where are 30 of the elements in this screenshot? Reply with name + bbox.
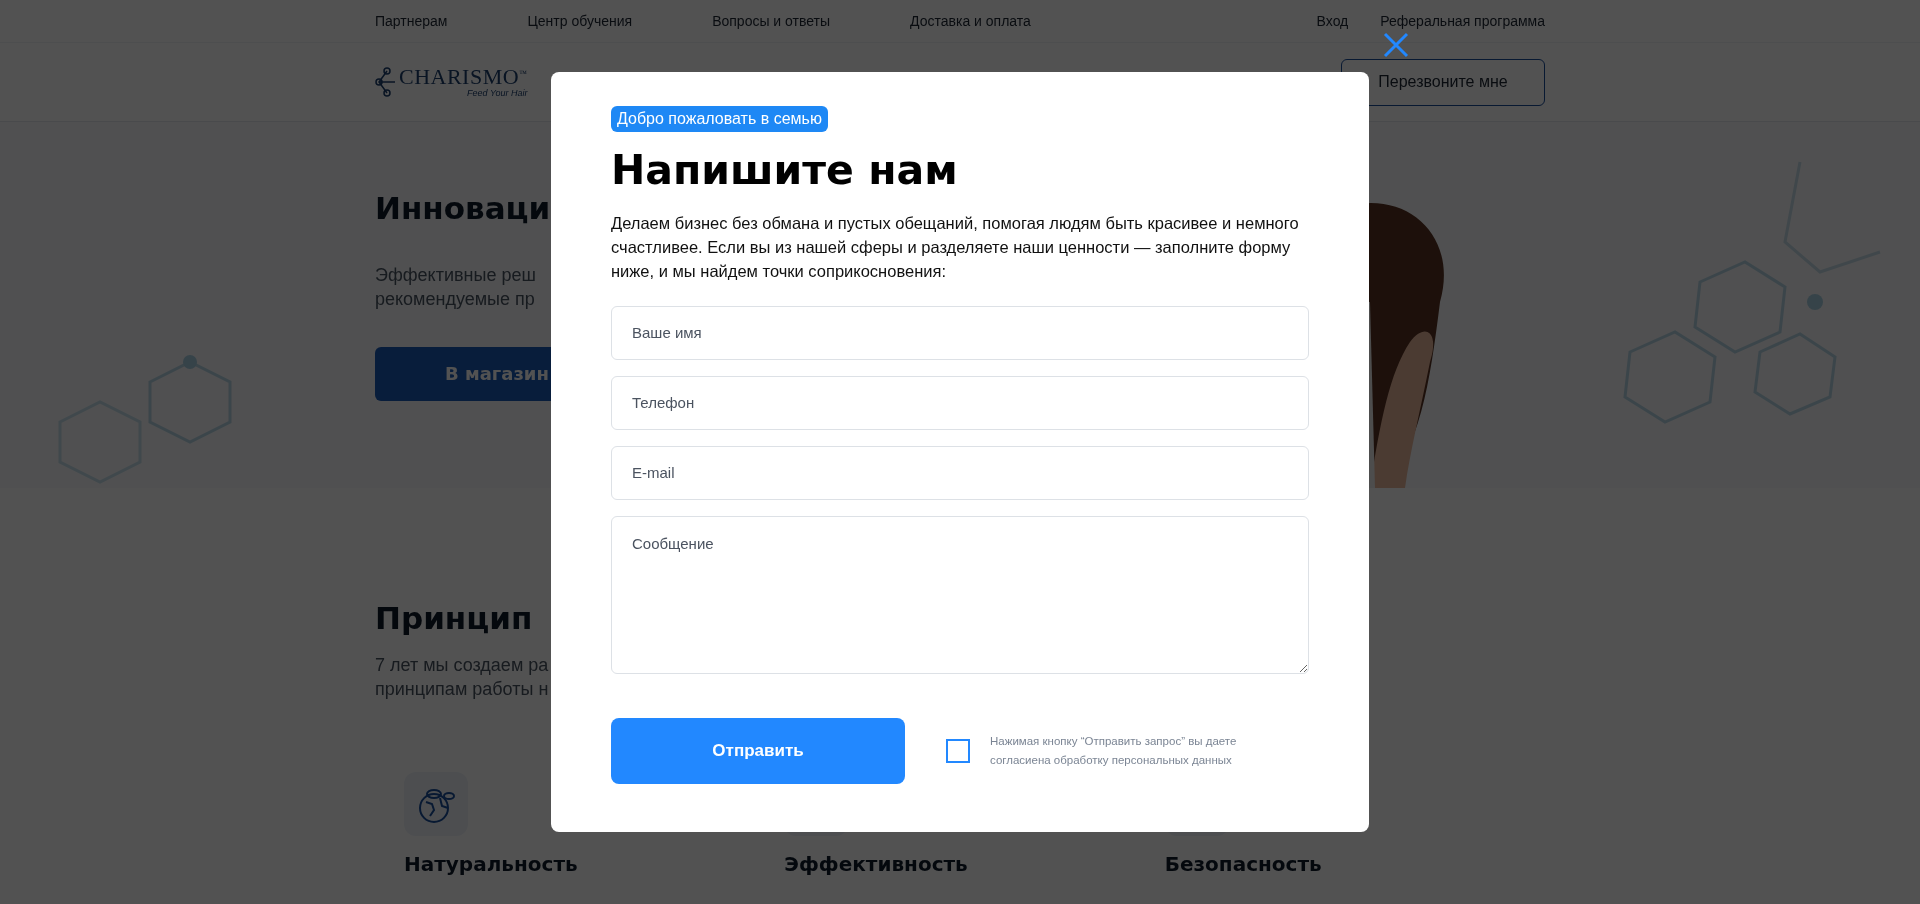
section-title: Принцип <box>375 600 534 638</box>
consent-text: Нажимая кнопку “Отправить запрос” вы даете согласиена обработку персональных данных <box>990 734 1238 768</box>
logo-text: CHARISMO$^{™}$ <box>399 66 528 88</box>
feature-title: Натуральность <box>404 851 578 876</box>
nav-link[interactable]: Центр обучения <box>527 13 633 29</box>
nav-link[interactable]: Партнерам <box>375 13 448 29</box>
nav-link[interactable]: Вопросы и ответы <box>712 13 831 29</box>
modal-description: Делаем бизнес без обмана и пустых обещаний, помогая людям быть красивее и немного счастливее. Если вы из нашей сферы и разделяете наши ценности — заполните форму ниже, и мы найдем точки соприкосновения: <box>611 213 1300 282</box>
submit-button[interactable]: Отправить <box>611 717 905 784</box>
globe-leaf-icon <box>404 771 468 836</box>
feature-title: Безопасность <box>1164 851 1322 876</box>
callback-button[interactable]: Перезвоните мне <box>1341 58 1545 106</box>
nav-link[interactable]: Доставка и оплата <box>910 13 1031 29</box>
logo-tagline: Feed Your Hair <box>467 88 528 98</box>
close-icon <box>1383 32 1409 58</box>
hero-text: Эффективные реш рекомендуемые пр <box>375 264 536 312</box>
nav-link[interactable]: Вход <box>1316 13 1349 29</box>
input-field[interactable]: Ваше имя <box>611 305 1309 360</box>
message-field[interactable]: Сообщение <box>611 515 1309 674</box>
section-text: 7 лет мы создаем ра принципам работы н <box>375 654 550 702</box>
feature-title: Эффективность <box>784 851 968 876</box>
welcome-badge: Добро пожаловать в семью <box>611 106 828 132</box>
nav-link[interactable]: Реферальная программа <box>1380 13 1545 29</box>
consent-checkbox[interactable] <box>946 738 970 763</box>
modal-title: Напишите нам <box>611 146 958 194</box>
input-field[interactable]: Телефон <box>611 375 1309 430</box>
logo-icon <box>375 67 397 97</box>
close-button[interactable] <box>1383 32 1409 58</box>
input-field[interactable]: E-mail <box>611 445 1309 500</box>
hero-title: Инноваци <box>375 190 551 228</box>
